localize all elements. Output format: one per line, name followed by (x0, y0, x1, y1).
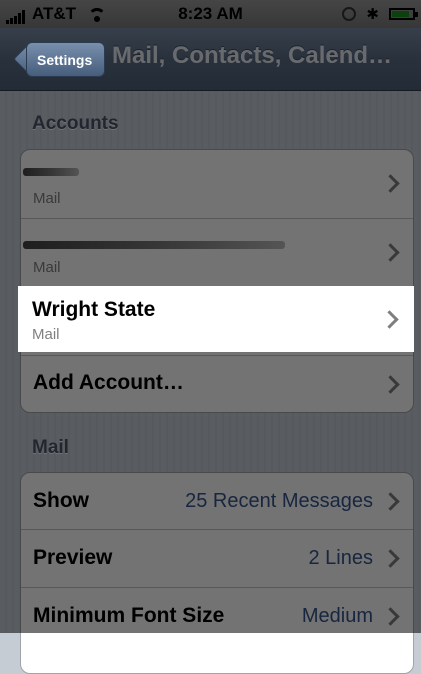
page-title: Mail, Contacts, Calend… (112, 42, 393, 69)
show-label: Show (33, 489, 89, 512)
battery-level-fill (392, 11, 410, 17)
bluetooth-icon: ✱ (366, 6, 379, 23)
chevron-right-icon (381, 607, 400, 626)
show-value: 25 Recent Messages (185, 490, 373, 512)
chevron-right-icon (381, 243, 400, 262)
mail-group: Show 25 Recent Messages Preview 2 Lines … (20, 472, 414, 674)
settings-back-button[interactable]: Settings (26, 42, 106, 77)
chevron-right-icon (381, 174, 400, 193)
preview-row[interactable]: Preview 2 Lines (21, 530, 413, 588)
preview-value: 2 Lines (308, 547, 374, 569)
add-account-label: Add Account… (33, 371, 184, 394)
chevron-right-icon (380, 310, 399, 329)
account-row-wright-state-highlighted[interactable]: Wright State Mail (18, 286, 414, 352)
battery-icon (389, 8, 418, 20)
navigation-bar: Settings Mail, Contacts, Calend… (0, 28, 421, 91)
account-row[interactable]: Mail (21, 150, 413, 219)
account-name-label: Wright State (32, 298, 156, 321)
minimum-font-size-value: Medium (301, 605, 373, 627)
account-type-label: Mail (33, 259, 61, 276)
section-header-accounts: Accounts (32, 113, 119, 134)
chevron-right-icon (381, 375, 400, 394)
account-row[interactable]: Mail (21, 219, 413, 288)
preview-label: Preview (33, 546, 113, 569)
redacted-account-name (23, 168, 79, 176)
minimum-font-size-label: Minimum Font Size (33, 604, 225, 627)
show-messages-row[interactable]: Show 25 Recent Messages (21, 473, 413, 530)
add-account-row[interactable]: Add Account… (21, 356, 413, 412)
redacted-account-name (23, 241, 285, 249)
minimum-font-size-row[interactable]: Minimum Font Size Medium (21, 588, 413, 645)
chevron-right-icon (381, 549, 400, 568)
chevron-right-icon (381, 492, 400, 511)
account-type-label: Mail (32, 326, 60, 343)
rotation-lock-icon (342, 7, 357, 21)
settings-table: Accounts Mail Mail Add Account… Mail Sho… (0, 91, 421, 674)
accounts-group: Mail Mail Add Account… (20, 149, 414, 413)
account-type-label: Mail (33, 190, 61, 207)
status-bar: AT&T 8:23 AM ✱ (0, 0, 421, 28)
section-header-mail: Mail (32, 437, 69, 458)
